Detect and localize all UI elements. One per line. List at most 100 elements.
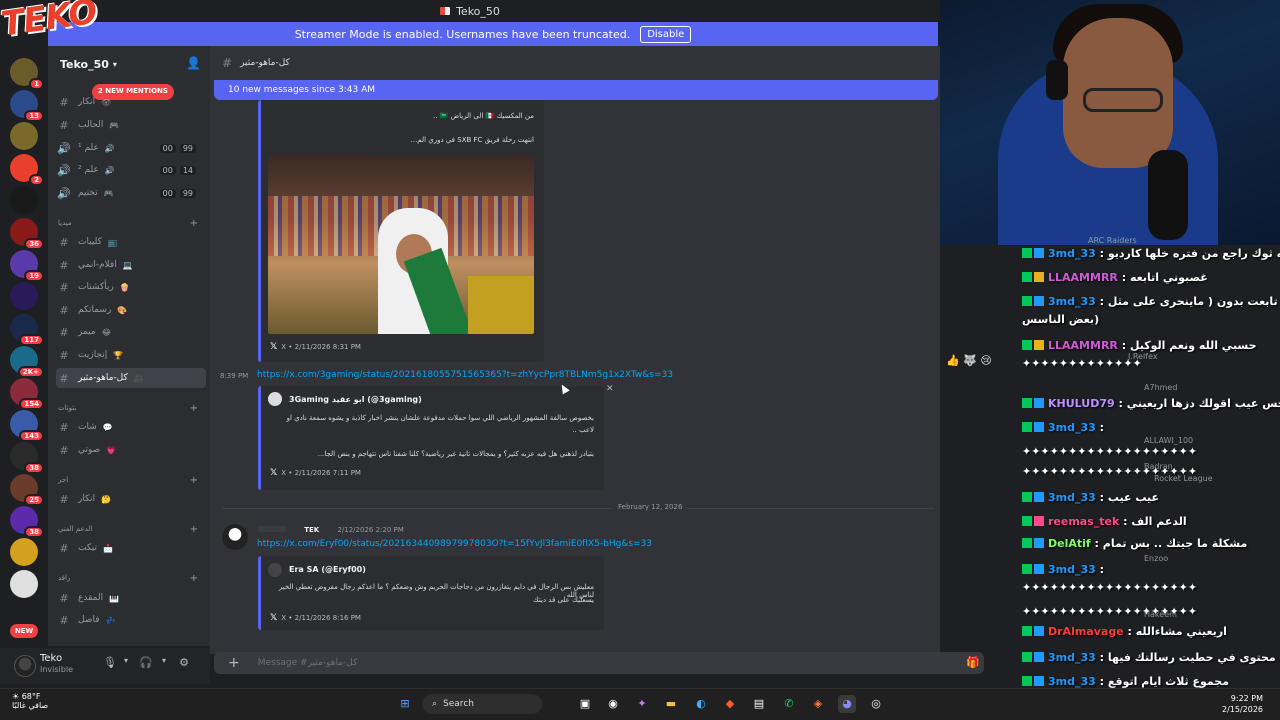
gift-icon[interactable]: 🎁: [966, 656, 980, 669]
channel-item[interactable]: # كليبات 📺: [56, 232, 206, 252]
server-icon[interactable]: [10, 570, 38, 598]
channel-category[interactable]: بثوثات +: [58, 401, 204, 415]
chat-message: احس عيب اقولك دزها اريعيني: [1126, 397, 1280, 410]
channel-emoji: 🎹: [109, 593, 120, 603]
chat-username[interactable]: LLAAMMRR: [1048, 339, 1118, 352]
channel-item[interactable]: 🔊 علم ² 🔊 00 14: [56, 160, 206, 180]
folder-icon[interactable]: ▬: [662, 695, 680, 713]
add-channel-icon[interactable]: +: [190, 403, 198, 414]
channel-category[interactable]: الدعم الفني +: [58, 522, 204, 536]
server-icon[interactable]: 13: [10, 90, 44, 122]
chevron-down-icon[interactable]: ▾: [156, 656, 172, 672]
disable-button[interactable]: Disable: [640, 25, 692, 43]
server-icon[interactable]: 1: [10, 58, 44, 90]
invite-user-icon[interactable]: 👤: [186, 56, 201, 70]
server-icon[interactable]: 2K+: [10, 346, 44, 378]
chat-username[interactable]: DelAtif: [1048, 537, 1091, 550]
channel-item[interactable]: # انكار 🤔: [56, 489, 206, 509]
windows-start-icon[interactable]: ⊞: [396, 695, 414, 713]
add-channel-icon[interactable]: +: [190, 218, 198, 229]
chat-username[interactable]: KHULUD79: [1048, 397, 1115, 410]
add-channel-icon[interactable]: +: [190, 475, 198, 486]
reaction-bar[interactable]: 👍 🐺 😢: [946, 354, 1016, 370]
headphones-icon[interactable]: 🎧: [138, 656, 154, 672]
chat-username[interactable]: DrAlmavage: [1048, 625, 1124, 638]
add-attachment-icon[interactable]: +: [228, 655, 240, 671]
discord-icon[interactable]: ◕: [838, 695, 856, 713]
window-title: Teko_50: [456, 4, 500, 18]
server-icon[interactable]: 38: [10, 442, 44, 474]
microphone-icon[interactable]: 🎙: [102, 656, 118, 672]
gear-icon[interactable]: ⚙: [176, 656, 192, 672]
chat-username[interactable]: LLAAMMRR: [1048, 271, 1118, 284]
server-icon[interactable]: [10, 186, 38, 214]
close-icon[interactable]: ✕: [606, 384, 614, 394]
channel-item[interactable]: # ريأكشنات 🍿: [56, 277, 206, 297]
channel-item[interactable]: # شات 💬: [56, 417, 206, 437]
store-icon[interactable]: ▤: [750, 695, 768, 713]
channel-item[interactable]: # تيكت 📩: [56, 538, 206, 558]
chat-username[interactable]: 3md_33: [1048, 675, 1096, 688]
truncated-username[interactable]: [258, 526, 286, 532]
taskbar-search[interactable]: ⌕ Search: [422, 694, 542, 714]
embed-image[interactable]: [268, 156, 534, 334]
channel-label: شات: [78, 422, 97, 432]
embed-author[interactable]: Era SA (@Eryf00): [289, 565, 366, 574]
channel-item[interactable]: # إنجازيت 🏆: [56, 345, 206, 365]
channel-item[interactable]: # فاصل 💤: [56, 610, 206, 630]
message-composer[interactable]: + Message #كل-ماهو-مثير: [214, 652, 984, 674]
channel-category[interactable]: راقد +: [58, 571, 204, 585]
channel-item[interactable]: # انكار 👁: [56, 92, 206, 112]
avatar[interactable]: [14, 655, 36, 677]
server-icon[interactable]: 19: [10, 250, 44, 282]
channel-item[interactable]: # ميمز 😂: [56, 322, 206, 342]
server-icon[interactable]: 36: [10, 218, 44, 250]
add-channel-icon[interactable]: +: [190, 573, 198, 584]
app-icon[interactable]: ◈: [809, 695, 827, 713]
chat-username[interactable]: 3md_33: [1048, 295, 1096, 308]
server-icon[interactable]: 25: [10, 474, 44, 506]
avatar[interactable]: [222, 524, 248, 550]
task-view-icon[interactable]: ▣: [576, 695, 594, 713]
chat-username[interactable]: 3md_33: [1048, 491, 1096, 504]
add-channel-icon[interactable]: +: [190, 524, 198, 535]
chat-username[interactable]: 3md_33: [1048, 247, 1096, 260]
channel-item[interactable]: # المقدع 🎹: [56, 588, 206, 608]
message-link[interactable]: https://x.com/3gaming/status/20216180557…: [257, 370, 673, 380]
server-icon[interactable]: [10, 282, 38, 310]
chat-username[interactable]: 3md_33: [1048, 651, 1096, 664]
channel-category[interactable]: اجر +: [58, 473, 204, 487]
channel-item[interactable]: # افلام-انمي 💻: [56, 255, 206, 275]
channel-category[interactable]: ميديا +: [58, 216, 204, 230]
chevron-down-icon[interactable]: ▾: [118, 656, 134, 672]
server-icon[interactable]: 2: [10, 154, 44, 186]
channel-item[interactable]: # رسماتكم 🎨: [56, 300, 206, 320]
embed-author[interactable]: 3Gaming ابو عقيد (@3gaming): [289, 395, 422, 404]
server-icon[interactable]: 38: [10, 506, 44, 538]
weather-widget[interactable]: ☀ 68°F صافي غالبًا: [12, 692, 48, 710]
server-icon[interactable]: 117: [10, 314, 44, 346]
channel-item[interactable]: # صوتي 💗: [56, 440, 206, 460]
category-label: بثوثات: [58, 404, 77, 412]
whatsapp-icon[interactable]: ✆: [780, 695, 798, 713]
server-icon[interactable]: 154: [10, 378, 44, 410]
server-icon[interactable]: [10, 538, 38, 566]
channel-item[interactable]: # الحالب 🎮: [56, 115, 206, 135]
message-link[interactable]: https://x.com/Eryf00/status/202163440989…: [257, 539, 652, 549]
channel-item[interactable]: # كل-ماهو-مثير 🎥: [56, 368, 206, 388]
app-icon[interactable]: ◉: [604, 695, 622, 713]
server-icon[interactable]: [10, 122, 38, 150]
app-icon[interactable]: ◎: [867, 695, 885, 713]
edge-icon[interactable]: ◐: [692, 695, 710, 713]
brave-icon[interactable]: ◆: [721, 695, 739, 713]
chat-username[interactable]: 3md_33: [1048, 421, 1096, 434]
new-messages-bar[interactable]: 10 new messages since 3:43 AM: [214, 80, 938, 100]
channel-item[interactable]: 🔊 تختيم 🎮 00 99: [56, 183, 206, 203]
clock[interactable]: 9:22 PM 2/15/2026: [1222, 693, 1263, 715]
new-pill[interactable]: NEW: [10, 624, 38, 638]
server-icon[interactable]: 143: [10, 410, 44, 442]
chat-username[interactable]: 3md_33: [1048, 563, 1096, 576]
chat-username[interactable]: reemas_tek: [1048, 515, 1119, 528]
copilot-icon[interactable]: ✦: [633, 695, 651, 713]
channel-item[interactable]: 🔊 علم ¹ 🔊 00 99: [56, 138, 206, 158]
